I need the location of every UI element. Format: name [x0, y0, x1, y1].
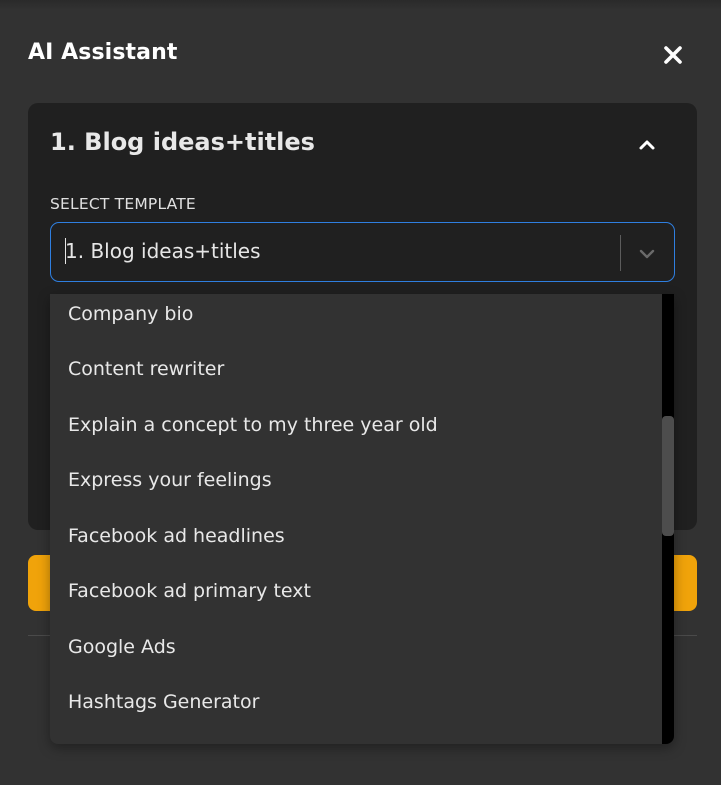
dropdown-option-explain-concept[interactable]: Explain a concept to my three year old [50, 399, 662, 451]
dropdown-option-express-feelings[interactable]: Express your feelings [50, 454, 662, 506]
dropdown-option-hashtags-generator[interactable]: Hashtags Generator [50, 676, 662, 728]
template-select[interactable]: 1. Blog ideas+titles [50, 222, 675, 282]
close-button[interactable] [660, 42, 686, 68]
select-template-label: SELECT TEMPLATE [50, 195, 196, 213]
template-dropdown-menu: Company bio Content rewriter Explain a c… [50, 294, 674, 744]
collapse-button[interactable] [634, 131, 660, 157]
dropdown-option-company-bio[interactable]: Company bio [50, 294, 662, 340]
dropdown-option-facebook-ad-primary-text[interactable]: Facebook ad primary text [50, 565, 662, 617]
dropdown-toggle[interactable] [636, 243, 658, 265]
card-title: 1. Blog ideas+titles [50, 128, 315, 156]
dropdown-scrollbar[interactable] [662, 294, 674, 744]
dropdown-option-content-rewriter[interactable]: Content rewriter [50, 343, 662, 395]
dropdown-scrollbar-thumb[interactable] [662, 416, 674, 536]
chevron-up-icon [639, 140, 655, 150]
panel-title: AI Assistant [28, 40, 178, 65]
chevron-down-icon [639, 249, 655, 259]
dropdown-option-google-ads[interactable]: Google Ads [50, 621, 662, 673]
text-caret [65, 238, 66, 264]
top-edge-shadow [0, 0, 721, 10]
close-icon [664, 46, 682, 64]
template-select-value[interactable]: 1. Blog ideas+titles [65, 239, 261, 263]
select-divider [620, 235, 621, 271]
dropdown-option-facebook-ad-headlines[interactable]: Facebook ad headlines [50, 510, 662, 562]
dropdown-options-list: Company bio Content rewriter Explain a c… [50, 294, 662, 744]
